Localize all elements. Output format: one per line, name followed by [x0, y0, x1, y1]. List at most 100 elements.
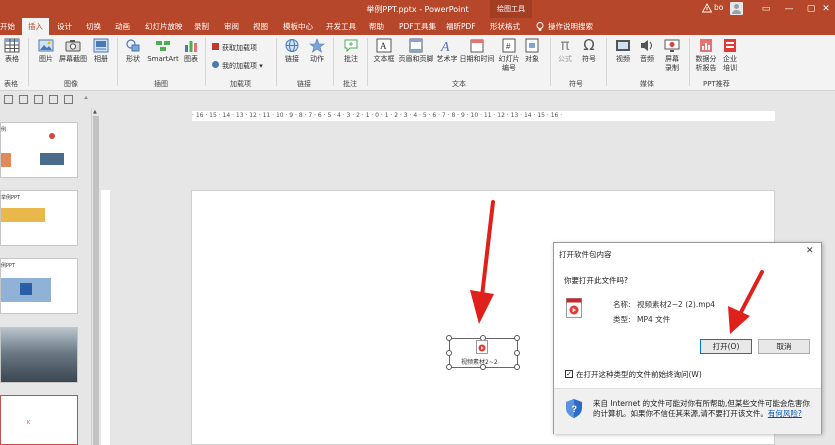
tab-developer[interactable]: 开发工具: [326, 18, 356, 35]
screen-record-button[interactable]: 屏幕录制: [660, 38, 684, 73]
dialog-question: 你要打开此文件吗?: [564, 276, 628, 285]
thumbnail-image: [49, 133, 55, 139]
thumbnail-caption: 例PPT: [1, 263, 16, 269]
title-bar: 举例PPT.pptx - PowerPoint 绘图工具 bo ▭ — ▢ ✕: [0, 0, 835, 18]
scrollbar-thumb[interactable]: [93, 116, 99, 445]
symbol-label: 符号: [582, 55, 596, 63]
film-icon: [616, 40, 630, 51]
table-label: 表格: [5, 55, 19, 63]
textbox-small-icon[interactable]: [64, 95, 73, 104]
tab-help[interactable]: 帮助: [369, 18, 384, 35]
risk-link[interactable]: 有何风险?: [768, 409, 802, 418]
avatar[interactable]: [730, 2, 743, 15]
object-button[interactable]: 对象: [522, 38, 542, 64]
tab-record[interactable]: 录制: [194, 18, 209, 35]
new-slide-icon[interactable]: [4, 95, 13, 104]
file-name-label: 名称:: [613, 300, 631, 309]
group-separator: [28, 38, 29, 86]
group-ppt-recommend-label: PPT推荐: [703, 80, 730, 88]
cancel-button[interactable]: 取消: [758, 339, 810, 354]
video-button[interactable]: 视频: [613, 38, 633, 64]
tab-view[interactable]: 视图: [253, 18, 268, 35]
symbol-button[interactable]: Ω 符号: [579, 38, 599, 64]
scroll-up-icon[interactable]: ▲: [93, 109, 97, 115]
slide-thumbnail-selected[interactable]: K: [0, 395, 78, 445]
get-addins-button[interactable]: 获取加载项: [212, 43, 257, 53]
get-addins-label: 获取加载项: [222, 44, 257, 52]
slide-thumbnail[interactable]: [0, 327, 78, 383]
warning-icon[interactable]: [702, 3, 712, 13]
thumbnails-scrollbar[interactable]: ▲: [91, 108, 100, 445]
picture-small-icon[interactable]: [49, 95, 58, 104]
tab-shape-format[interactable]: 形状格式: [490, 18, 520, 35]
report-icon: [700, 39, 712, 52]
close-window-button[interactable]: ✕: [817, 0, 835, 18]
quick-access-toolbar: ⩡: [0, 91, 835, 108]
comment-label: 批注: [344, 55, 358, 63]
smartart-label: SmartArt: [147, 55, 179, 63]
security-warning-text: 来自 Internet 的文件可能对你有所帮助,但某些文件可能会危害你的计算机。…: [593, 399, 813, 419]
globe-link-icon: [285, 39, 299, 52]
resize-handle[interactable]: [514, 350, 520, 356]
equation-button[interactable]: π 公式: [555, 38, 575, 64]
tab-insert[interactable]: 插入: [22, 18, 49, 35]
chart-button[interactable]: 图表: [181, 38, 201, 64]
svg-text:?: ?: [572, 404, 578, 414]
tab-design[interactable]: 设计: [57, 18, 72, 35]
resize-handle[interactable]: [446, 364, 452, 370]
resize-handle[interactable]: [446, 350, 452, 356]
layout-icon[interactable]: [19, 95, 28, 104]
textbox-button[interactable]: A 文本框: [372, 38, 396, 64]
tab-home[interactable]: 开始: [0, 18, 15, 35]
lightbulb-icon: [536, 22, 544, 31]
link-label: 链接: [285, 55, 299, 63]
header-footer-label: 页眉和页脚: [398, 55, 434, 63]
customize-qat-icon[interactable]: ⩡: [84, 94, 88, 103]
datetime-button[interactable]: 日期和时间: [459, 38, 495, 64]
resize-handle[interactable]: [514, 364, 520, 370]
open-button[interactable]: 打开(O): [700, 339, 752, 354]
tab-animations[interactable]: 动画: [115, 18, 130, 35]
group-separator: [333, 38, 334, 86]
slide-thumbnail[interactable]: 举例PPT: [0, 190, 78, 246]
slide-icon[interactable]: [34, 95, 43, 104]
tab-foxit-pdf[interactable]: 福昕PDF: [446, 18, 476, 35]
link-button[interactable]: 链接: [282, 38, 302, 64]
slide-thumbnail[interactable]: 例: [0, 122, 78, 178]
picture-button[interactable]: 图片: [35, 38, 57, 64]
dialog-close-button[interactable]: ✕: [806, 246, 814, 256]
slide-thumbnail[interactable]: 例PPT: [0, 258, 78, 314]
screenshot-button[interactable]: 屏幕截图: [58, 38, 88, 64]
resize-handle[interactable]: [514, 335, 520, 341]
smartart-button[interactable]: SmartArt: [147, 38, 179, 64]
table-button[interactable]: 表格: [2, 38, 22, 64]
file-type-label: 类型:: [613, 315, 631, 324]
header-footer-icon: [409, 38, 423, 53]
audio-button[interactable]: 音频: [637, 38, 657, 64]
group-addins-label: 加载项: [230, 80, 251, 88]
shape-button[interactable]: 形状: [122, 38, 144, 64]
enterprise-training-button[interactable]: 企业培训: [720, 38, 740, 73]
comment-button[interactable]: 批注: [340, 38, 362, 64]
wordart-button[interactable]: A 艺术字: [436, 38, 458, 64]
my-addins-button[interactable]: 我的加载项 ▾: [212, 61, 263, 71]
tab-slideshow[interactable]: 幻灯片放映: [145, 18, 183, 35]
tab-transitions[interactable]: 切换: [86, 18, 101, 35]
tell-me-search[interactable]: 操作说明搜索: [548, 18, 593, 35]
resize-handle[interactable]: [446, 335, 452, 341]
tab-review[interactable]: 审阅: [224, 18, 239, 35]
tab-template-center[interactable]: 模板中心: [283, 18, 313, 35]
tab-pdf-tools[interactable]: PDF工具集: [399, 18, 436, 35]
data-report-button[interactable]: 数据分析报告: [693, 38, 719, 73]
always-ask-checkbox[interactable]: ✓: [565, 370, 573, 378]
my-addins-label: 我的加载项: [222, 62, 257, 70]
slide-number-button[interactable]: # 幻灯片编号: [497, 38, 521, 73]
slide-thumbnails-pane: 例 举例PPT 例PPT K: [0, 108, 100, 445]
group-separator: [550, 38, 551, 86]
user-name[interactable]: bo: [714, 3, 723, 12]
group-separator: [117, 38, 118, 86]
album-button[interactable]: 相册: [90, 38, 112, 64]
textbox-label: 文本框: [373, 55, 395, 63]
action-button[interactable]: 动作: [306, 38, 328, 64]
header-footer-button[interactable]: 页眉和页脚: [397, 38, 435, 64]
